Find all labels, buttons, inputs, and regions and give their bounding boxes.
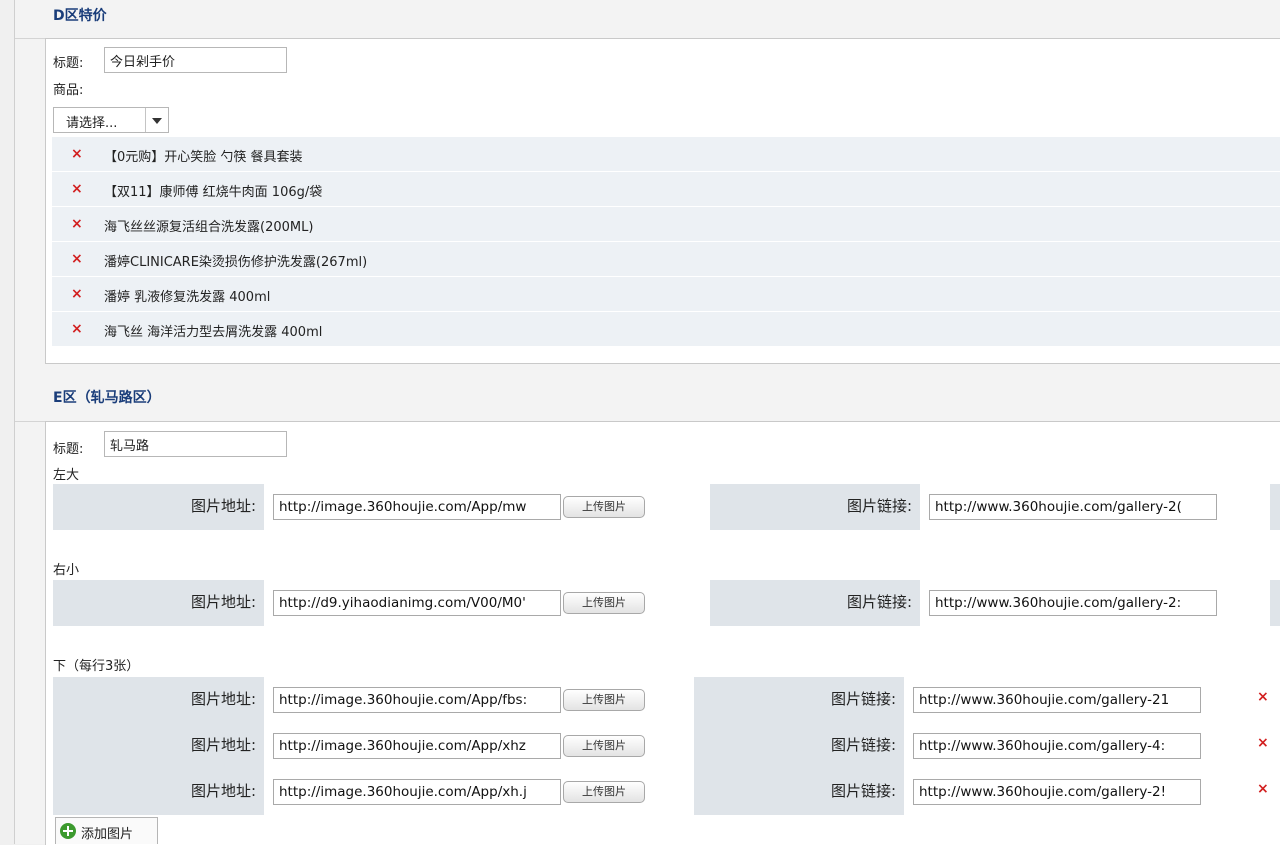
img-link-input[interactable]: http://www.360houjie.com/gallery-2! (913, 779, 1201, 805)
plus-circle-icon (60, 823, 76, 839)
img-addr-label: 图片地址: (190, 690, 256, 708)
product-name: 海飞丝丝源复活组合洗发露(200ML) (104, 220, 314, 235)
upload-image-button[interactable]: 上传图片 (563, 689, 645, 711)
product-list: × 【0元购】开心笑脸 勺筷 餐具套装 × 【双11】康师傅 红烧牛肉面 106… (52, 137, 1280, 347)
img-addr-cell: http://image.360houjie.com/App/mw 上传图片 (265, 484, 710, 530)
list-item: × 海飞丝 海洋活力型去屑洗发露 400ml (52, 312, 1280, 347)
img-link-label: 图片链接: (830, 782, 896, 800)
section-d-panel: 标题: 今日剁手价 商品: 请选择... × 【0元购】开心笑脸 勺筷 餐具套装… (45, 38, 1280, 364)
img-link-input[interactable]: http://www.360houjie.com/gallery-21 (913, 687, 1201, 713)
d-title-label: 标题: (53, 56, 84, 71)
section-e-header: E区（轧马路区） (15, 383, 1280, 422)
img-link-cell: http://www.360houjie.com/gallery-4: (905, 723, 1241, 769)
img-link-cell: http://www.360houjie.com/gallery-2( (921, 484, 1270, 530)
img-link-label: 图片链接: (846, 497, 912, 515)
img-link-cell: http://www.360houjie.com/gallery-2: (921, 580, 1270, 626)
content-area: D区特价 标题: 今日剁手价 商品: 请选择... × 【0元购】开心笑脸 勺筷… (15, 0, 1280, 845)
row-end (1270, 484, 1280, 530)
delete-cell: × (1241, 723, 1280, 769)
delete-icon[interactable]: × (1257, 689, 1269, 705)
bottom-row: 图片地址: http://image.360houjie.com/App/xhz… (53, 723, 1280, 769)
list-item: × 【双11】康师傅 红烧牛肉面 106g/袋 (52, 172, 1280, 207)
upload-image-button[interactable]: 上传图片 (563, 496, 645, 518)
img-addr-label: 图片地址: (190, 782, 256, 800)
page: D区特价 标题: 今日剁手价 商品: 请选择... × 【0元购】开心笑脸 勺筷… (0, 0, 1280, 845)
list-item: × 【0元购】开心笑脸 勺筷 餐具套装 (52, 137, 1280, 172)
img-link-label: 图片链接: (830, 736, 896, 754)
img-addr-label-cell: 图片地址: (53, 484, 265, 530)
img-addr-cell: http://image.360houjie.com/App/xhz 上传图片 (265, 723, 694, 769)
img-addr-label-cell: 图片地址: (53, 769, 265, 815)
add-image-label: 添加图片 (81, 827, 134, 842)
img-addr-input[interactable]: http://image.360houjie.com/App/mw (273, 494, 561, 520)
img-addr-input[interactable]: http://image.360houjie.com/App/xh.j (273, 779, 561, 805)
product-select[interactable]: 请选择... (53, 107, 169, 133)
img-link-label-cell: 图片链接: (710, 580, 921, 626)
img-addr-label: 图片地址: (190, 736, 256, 754)
delete-icon[interactable]: × (71, 321, 83, 337)
product-select-value: 请选择... (66, 116, 118, 131)
right-small-row: 图片地址: http://d9.yihaodianimg.com/V00/M0'… (53, 580, 1280, 626)
chevron-down-icon[interactable] (145, 108, 168, 132)
bottom-row: 图片地址: http://image.360houjie.com/App/xh.… (53, 769, 1280, 815)
e-title-label: 标题: (53, 442, 84, 457)
delete-icon[interactable]: × (71, 181, 83, 197)
upload-image-button[interactable]: 上传图片 (563, 735, 645, 757)
left-big-label: 左大 (53, 468, 80, 483)
img-link-label-cell: 图片链接: (694, 723, 905, 769)
img-addr-label: 图片地址: (190, 497, 256, 515)
d-title-input[interactable]: 今日剁手价 (104, 47, 287, 73)
img-addr-label: 图片地址: (190, 593, 256, 611)
product-name: 海飞丝 海洋活力型去屑洗发露 400ml (104, 325, 323, 340)
delete-icon[interactable]: × (71, 251, 83, 267)
delete-icon[interactable]: × (1257, 781, 1269, 797)
d-goods-label: 商品: (53, 83, 84, 98)
upload-image-button[interactable]: 上传图片 (563, 592, 645, 614)
row-end (1270, 580, 1280, 626)
product-name: 【0元购】开心笑脸 勺筷 餐具套装 (104, 150, 303, 165)
img-addr-input[interactable]: http://d9.yihaodianimg.com/V00/M0' (273, 590, 561, 616)
img-addr-cell: http://image.360houjie.com/App/fbs: 上传图片 (265, 677, 694, 723)
img-link-label-cell: 图片链接: (694, 769, 905, 815)
product-name: 潘婷 乳液修复洗发露 400ml (104, 290, 271, 305)
img-link-cell: http://www.360houjie.com/gallery-21 (905, 677, 1241, 723)
delete-icon[interactable]: × (71, 146, 83, 162)
bottom-label: 下（每行3张） (53, 659, 140, 674)
img-addr-label-cell: 图片地址: (53, 723, 265, 769)
section-d-header: D区特价 (15, 0, 1280, 39)
delete-icon[interactable]: × (71, 216, 83, 232)
img-link-label-cell: 图片链接: (694, 677, 905, 723)
img-addr-label-cell: 图片地址: (53, 677, 265, 723)
img-addr-cell: http://d9.yihaodianimg.com/V00/M0' 上传图片 (265, 580, 710, 626)
img-link-label: 图片链接: (830, 690, 896, 708)
img-link-label-cell: 图片链接: (710, 484, 921, 530)
delete-icon[interactable]: × (71, 286, 83, 302)
delete-icon[interactable]: × (1257, 735, 1269, 751)
bottom-row: 图片地址: http://image.360houjie.com/App/fbs… (53, 677, 1280, 723)
delete-cell: × (1241, 677, 1280, 723)
img-link-input[interactable]: http://www.360houjie.com/gallery-4: (913, 733, 1201, 759)
product-name: 潘婷CLINICARE染烫损伤修护洗发露(267ml) (104, 255, 368, 270)
section-d-title: D区特价 (53, 8, 107, 24)
img-addr-cell: http://image.360houjie.com/App/xh.j 上传图片 (265, 769, 694, 815)
img-link-input[interactable]: http://www.360houjie.com/gallery-2: (929, 590, 1217, 616)
list-item: × 潘婷CLINICARE染烫损伤修护洗发露(267ml) (52, 242, 1280, 277)
upload-image-button[interactable]: 上传图片 (563, 781, 645, 803)
list-item: × 潘婷 乳液修复洗发露 400ml (52, 277, 1280, 312)
right-small-label: 右小 (53, 563, 80, 578)
img-link-input[interactable]: http://www.360houjie.com/gallery-2( (929, 494, 1217, 520)
product-name: 【双11】康师傅 红烧牛肉面 106g/袋 (104, 185, 323, 200)
img-addr-label-cell: 图片地址: (53, 580, 265, 626)
delete-cell: × (1241, 769, 1280, 815)
img-link-label: 图片链接: (846, 593, 912, 611)
img-link-cell: http://www.360houjie.com/gallery-2! (905, 769, 1241, 815)
section-e-title: E区（轧马路区） (53, 390, 161, 406)
e-title-input[interactable]: 轧马路 (104, 431, 287, 457)
img-addr-input[interactable]: http://image.360houjie.com/App/xhz (273, 733, 561, 759)
add-image-button[interactable]: 添加图片 (55, 817, 158, 844)
left-big-row: 图片地址: http://image.360houjie.com/App/mw … (53, 484, 1280, 530)
img-addr-input[interactable]: http://image.360houjie.com/App/fbs: (273, 687, 561, 713)
list-item: × 海飞丝丝源复活组合洗发露(200ML) (52, 207, 1280, 242)
